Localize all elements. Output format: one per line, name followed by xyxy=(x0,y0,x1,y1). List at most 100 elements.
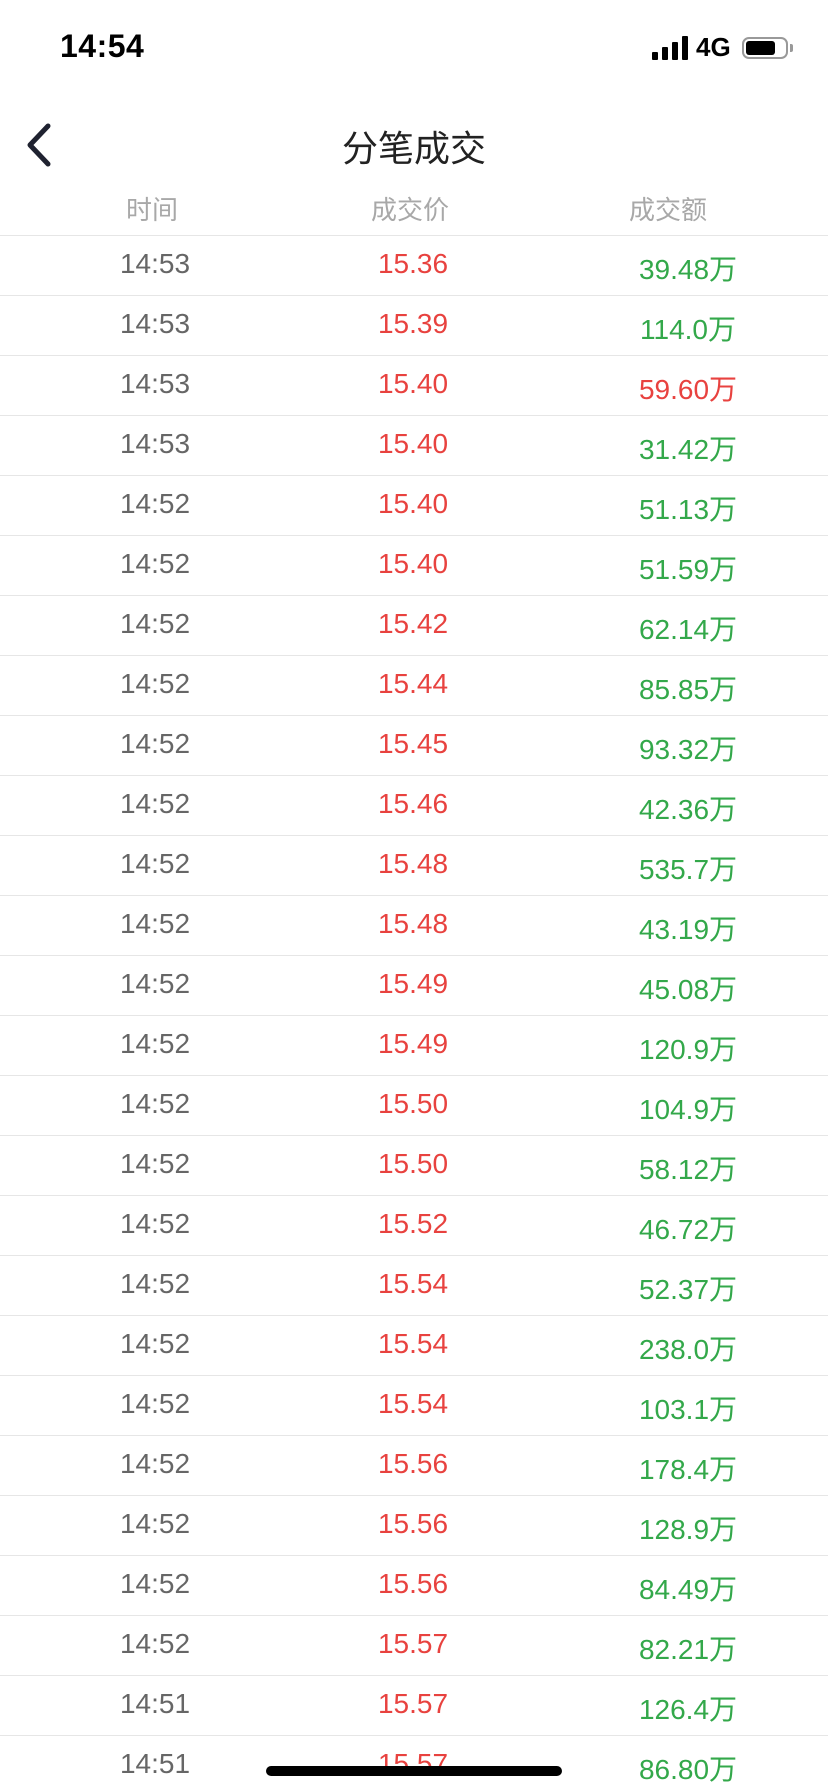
trade-amount: 114.0万 xyxy=(640,314,736,345)
header-time: 时间 xyxy=(125,195,178,225)
trade-time: 14:51 xyxy=(119,1688,191,1719)
trade-time: 14:52 xyxy=(119,1448,191,1479)
status-time: 14:54 xyxy=(60,28,145,64)
navigation-bar: 分笔成交 xyxy=(0,100,828,190)
trade-time: 14:52 xyxy=(119,488,191,519)
trade-price: 15.40 xyxy=(377,428,449,459)
table-row: 14:52 15.54 238.0万 xyxy=(0,1316,828,1376)
trade-amount: 62.14万 xyxy=(638,614,738,645)
trade-price: 15.54 xyxy=(377,1388,449,1419)
trade-amount: 52.37万 xyxy=(638,1274,738,1305)
trade-time: 14:52 xyxy=(119,1568,191,1599)
trade-time: 14:52 xyxy=(119,1088,191,1119)
trade-price: 15.46 xyxy=(377,788,449,819)
table-row: 14:53 15.40 59.60万 xyxy=(0,356,828,416)
table-row: 14:52 15.50 104.9万 xyxy=(0,1076,828,1136)
table-row: 14:52 15.56 128.9万 xyxy=(0,1496,828,1556)
network-type: 4G xyxy=(696,32,731,62)
battery-icon xyxy=(742,37,788,59)
trade-amount: 59.60万 xyxy=(638,374,738,405)
cellular-signal-icon xyxy=(652,36,688,60)
trade-amount: 82.21万 xyxy=(638,1634,738,1665)
trade-price: 15.49 xyxy=(377,1028,449,1059)
trade-amount: 51.59万 xyxy=(638,554,738,585)
trade-amount: 93.32万 xyxy=(638,734,738,765)
trade-time: 14:53 xyxy=(119,368,191,399)
trade-time: 14:52 xyxy=(119,968,191,999)
trade-price: 15.39 xyxy=(377,308,449,339)
table-row: 14:53 15.39 114.0万 xyxy=(0,296,828,356)
trade-amount: 43.19万 xyxy=(638,914,738,945)
trade-amount: 51.13万 xyxy=(638,494,738,525)
table-row: 14:52 15.40 51.13万 xyxy=(0,476,828,536)
trade-price: 15.54 xyxy=(377,1328,449,1359)
header-amount: 成交额 xyxy=(628,195,707,225)
trade-time: 14:52 xyxy=(119,1268,191,1299)
trade-amount: 128.9万 xyxy=(638,1514,738,1545)
trade-price: 15.56 xyxy=(377,1508,449,1539)
trade-time: 14:52 xyxy=(119,788,191,819)
trade-price: 15.44 xyxy=(377,668,449,699)
trade-price: 15.50 xyxy=(377,1148,449,1179)
table-row: 14:53 15.40 31.42万 xyxy=(0,416,828,476)
trade-time: 14:53 xyxy=(119,308,191,339)
trade-price: 15.48 xyxy=(377,908,449,939)
trade-amount: 46.72万 xyxy=(638,1214,738,1245)
trade-time: 14:53 xyxy=(119,248,191,279)
trade-time: 14:52 xyxy=(119,728,191,759)
table-row: 14:52 15.45 93.32万 xyxy=(0,716,828,776)
table-row: 14:52 15.52 46.72万 xyxy=(0,1196,828,1256)
trade-amount: 126.4万 xyxy=(638,1694,738,1725)
trade-time: 14:52 xyxy=(119,908,191,939)
trade-amount: 238.0万 xyxy=(638,1334,738,1365)
table-row: 14:52 15.44 85.85万 xyxy=(0,656,828,716)
page-title: 分笔成交 xyxy=(341,128,486,169)
header-price: 成交价 xyxy=(370,195,449,225)
trade-time: 14:53 xyxy=(119,428,191,459)
trade-time: 14:52 xyxy=(119,608,191,639)
table-row: 14:52 15.54 103.1万 xyxy=(0,1376,828,1436)
table-row: 14:52 15.50 58.12万 xyxy=(0,1136,828,1196)
trade-amount: 45.08万 xyxy=(638,974,738,1005)
trade-time: 14:52 xyxy=(119,1388,191,1419)
trade-price: 15.57 xyxy=(377,1688,449,1719)
trade-time: 14:52 xyxy=(119,1148,191,1179)
trade-amount: 84.49万 xyxy=(638,1574,738,1605)
trade-time: 14:52 xyxy=(119,1028,191,1059)
trade-time: 14:52 xyxy=(119,668,191,699)
table-row: 14:52 15.57 82.21万 xyxy=(0,1616,828,1676)
trade-amount: 31.42万 xyxy=(638,434,738,465)
trade-amount: 58.12万 xyxy=(638,1154,738,1185)
trade-price: 15.48 xyxy=(377,848,449,879)
home-indicator xyxy=(266,1766,562,1776)
trade-price: 15.57 xyxy=(377,1628,449,1659)
table-row: 14:52 15.54 52.37万 xyxy=(0,1256,828,1316)
trade-price: 15.56 xyxy=(377,1568,449,1599)
trade-amount: 120.9万 xyxy=(638,1034,738,1065)
trade-price: 15.49 xyxy=(377,968,449,999)
trade-amount: 178.4万 xyxy=(638,1454,738,1485)
trade-time: 14:52 xyxy=(119,1508,191,1539)
trade-list[interactable]: 14:5315.3239.99万14:5315.3639.48万14:5315.… xyxy=(0,208,828,1792)
trade-price: 15.56 xyxy=(377,1448,449,1479)
table-row: 14:52 15.56 84.49万 xyxy=(0,1556,828,1616)
trade-price: 15.36 xyxy=(377,248,449,279)
table-header: 时间 成交价 成交额 xyxy=(0,178,828,234)
table-row: 14:52 15.48 535.7万 xyxy=(0,836,828,896)
trade-price: 15.40 xyxy=(377,368,449,399)
trade-amount: 42.36万 xyxy=(638,794,738,825)
table-row: 14:52 15.40 51.59万 xyxy=(0,536,828,596)
trade-time: 14:52 xyxy=(119,848,191,879)
trade-price: 15.54 xyxy=(377,1268,449,1299)
trade-price: 15.42 xyxy=(377,608,449,639)
trade-time: 14:52 xyxy=(119,1328,191,1359)
trade-time: 14:52 xyxy=(119,548,191,579)
table-row: 14:51 15.57 86.80万 xyxy=(0,1736,828,1792)
trade-amount: 85.85万 xyxy=(638,674,738,705)
trade-price: 15.52 xyxy=(377,1208,449,1239)
table-row: 14:52 15.56 178.4万 xyxy=(0,1436,828,1496)
table-row: 14:52 15.46 42.36万 xyxy=(0,776,828,836)
trade-amount: 39.48万 xyxy=(638,254,738,285)
trade-amount: 104.9万 xyxy=(638,1094,738,1125)
trade-price: 15.40 xyxy=(377,548,449,579)
